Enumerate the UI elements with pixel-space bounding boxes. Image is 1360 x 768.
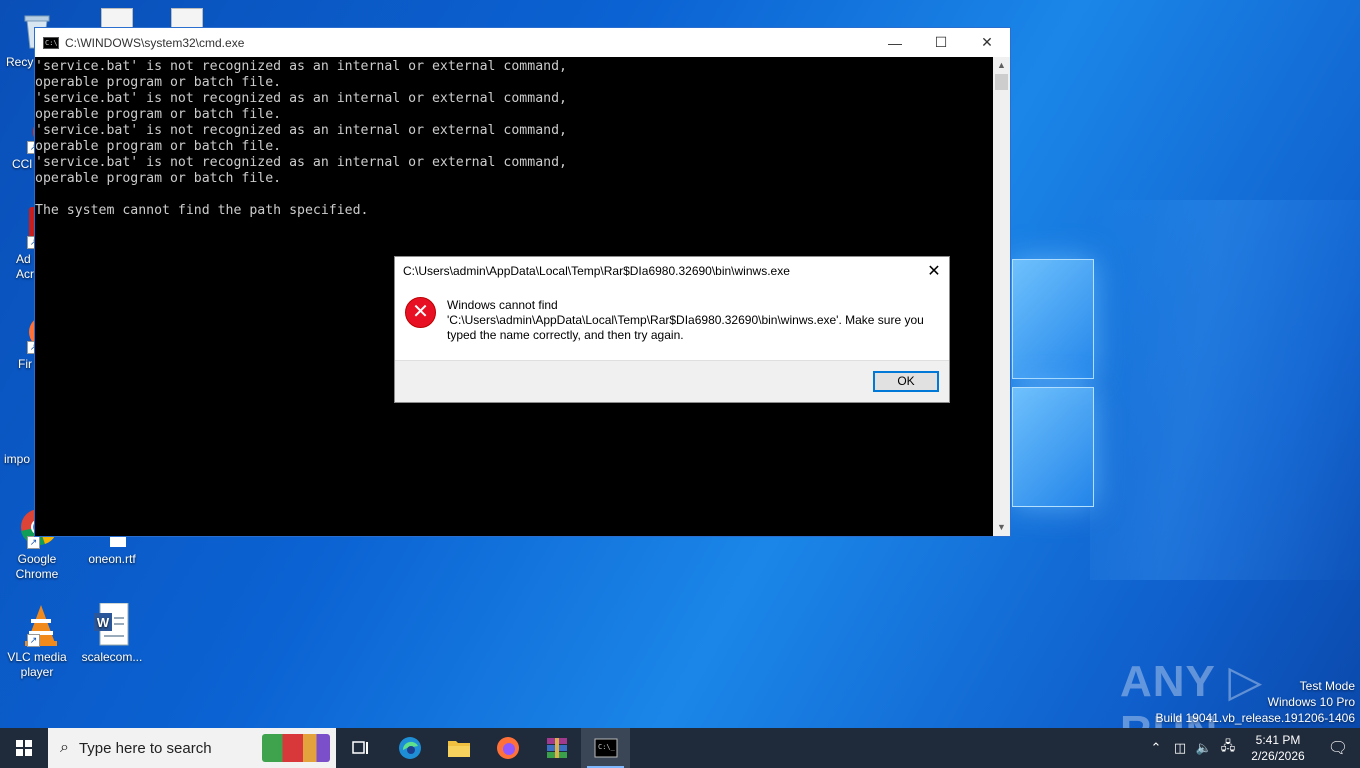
cmd-window-title: C:\WINDOWS\system32\cmd.exe <box>65 35 245 50</box>
wallpaper-light-beam <box>1090 200 1360 580</box>
edge-taskbar-button[interactable] <box>385 728 434 768</box>
svg-text:W: W <box>97 615 110 630</box>
edge-icon <box>398 737 421 759</box>
desktop-icon-label: oneon.rtf <box>88 552 136 566</box>
dialog-button-bar: OK <box>395 360 949 402</box>
error-message-line-2: 'C:\Users\admin\AppData\Local\Temp\Rar$D… <box>447 313 924 327</box>
dialog-close-button[interactable]: ✕ <box>919 257 949 285</box>
scroll-thumb[interactable] <box>995 74 1008 90</box>
cmd-title-bar[interactable]: C:\ C:\WINDOWS\system32\cmd.exe — ☐ ✕ <box>35 28 1010 57</box>
desktop-icon-scalecom[interactable]: W scalecom... <box>75 602 149 665</box>
windows-start-icon <box>16 740 32 756</box>
document-icon <box>101 8 133 28</box>
scroll-down-icon[interactable]: ▼ <box>993 519 1010 536</box>
word-document-icon: W <box>90 602 134 647</box>
cmd-taskbar-button[interactable]: C:\_ <box>581 728 630 768</box>
document-icon <box>171 8 203 28</box>
windows-build-info: Test Mode Windows 10 Pro Build 19041.vb_… <box>1156 678 1356 726</box>
winrar-taskbar-button[interactable] <box>532 728 581 768</box>
clock-date: 2/26/2026 <box>1251 749 1305 763</box>
error-message: Windows cannot find 'C:\Users\admin\AppD… <box>447 297 924 362</box>
start-button[interactable] <box>0 728 48 768</box>
error-message-line-1: Windows cannot find <box>447 298 558 312</box>
maximize-button[interactable]: ☐ <box>918 28 964 57</box>
edition-label: Windows 10 Pro <box>1267 695 1355 709</box>
scroll-up-icon[interactable]: ▲ <box>993 57 1010 74</box>
meet-now-icon[interactable]: ◫ <box>1168 740 1192 756</box>
clock-time: 5:41 PM <box>1255 733 1301 747</box>
cmd-icon: C:\_ <box>594 738 617 758</box>
firefox-icon <box>496 737 519 759</box>
vlc-icon: ↗ <box>15 603 59 647</box>
wallpaper-windows-logo <box>1012 255 1096 515</box>
svg-text:C:\_: C:\_ <box>598 743 616 751</box>
desktop-icon-label: VLC media player <box>7 650 67 679</box>
ok-button[interactable]: OK <box>873 371 939 392</box>
error-message-line-3: typed the name correctly, and then try a… <box>447 328 684 342</box>
chevron-up-icon[interactable]: ⌃ <box>1144 740 1168 756</box>
search-icon: ⌕ <box>60 739 69 756</box>
notification-icon[interactable]: 🗨 <box>1316 738 1360 758</box>
taskbar-search-box[interactable]: ⌕ Type here to search <box>48 728 336 768</box>
search-placeholder: Type here to search <box>78 739 212 757</box>
error-dialog-title: C:\Users\admin\AppData\Local\Temp\Rar$DI… <box>403 264 790 278</box>
volume-icon[interactable]: 🔈 <box>1192 740 1216 756</box>
firefox-taskbar-button[interactable] <box>483 728 532 768</box>
desktop-icon-label: scalecom... <box>81 650 143 664</box>
search-highlight-image <box>262 734 330 762</box>
task-view-button[interactable] <box>336 728 385 768</box>
folder-icon <box>447 741 470 757</box>
error-dialog-title-bar[interactable]: C:\Users\admin\AppData\Local\Temp\Rar$DI… <box>395 257 949 285</box>
winrar-icon <box>546 738 567 758</box>
close-button[interactable]: ✕ <box>964 28 1010 57</box>
cmd-scrollbar[interactable]: ▲ ▼ <box>993 57 1010 536</box>
cmd-app-icon: C:\ <box>43 36 59 49</box>
taskbar: ⌕ Type here to search C:\_ ⌃ ◫ 🔈 🖧 5:41 … <box>0 728 1360 768</box>
system-tray: ⌃ ◫ 🔈 🖧 5:41 PM 2/26/2026 🗨 <box>1144 728 1360 768</box>
desktop-icon-label: Google Chrome <box>15 552 59 581</box>
file-explorer-taskbar-button[interactable] <box>434 728 483 768</box>
desktop-icon-vlc[interactable]: ↗ VLC media player <box>0 603 74 680</box>
minimize-button[interactable]: — <box>872 28 918 57</box>
build-label: Build 19041.vb_release.191206-1406 <box>1155 711 1356 725</box>
error-dialog[interactable]: C:\Users\admin\AppData\Local\Temp\Rar$DI… <box>394 256 950 403</box>
taskbar-clock[interactable]: 5:41 PM 2/26/2026 <box>1240 732 1316 764</box>
error-icon: ✕ <box>405 297 436 328</box>
network-icon[interactable]: 🖧 <box>1216 737 1240 759</box>
test-mode-label: Test Mode <box>1299 679 1355 693</box>
task-view-icon <box>351 741 368 754</box>
